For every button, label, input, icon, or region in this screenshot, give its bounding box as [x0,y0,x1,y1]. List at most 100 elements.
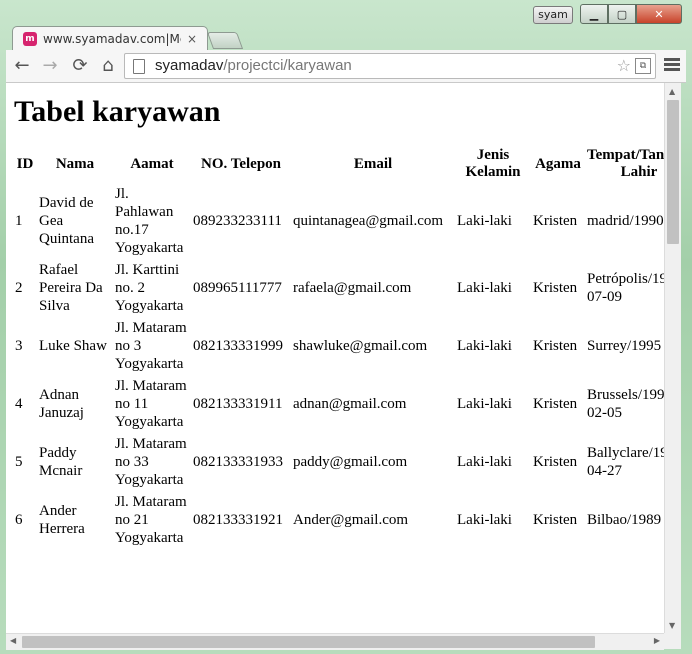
cell-nama: Ander Herrera [39,503,85,537]
vertical-scrollbar[interactable]: ▲ ▼ [664,83,681,633]
window-controls: ▁ ▢ ✕ [580,4,682,24]
cell-alamat: Jl. Mataram no 33 Yogyakarta [115,436,187,488]
scrollbar-corner [664,633,681,649]
cell-id: 6 [15,512,23,528]
scroll-up-icon[interactable]: ▲ [669,87,675,96]
table-row: 4 Adnan Januzaj Jl. Mataram no 11 Yogyakar… [14,376,664,432]
address-bar[interactable]: syamadav/projectci/karyawan ☆ ⧉ [124,53,656,79]
page-title: Tabel karyawan [14,95,221,128]
cell-nama: Luke Shaw [39,338,107,354]
cell-ttl: Petrópolis/1990-07-09 [587,271,664,305]
cell-nama: Paddy Mcnair [39,445,83,479]
vertical-scroll-thumb[interactable] [667,100,679,244]
cell-jenis-kelamin: Laki-laki [457,338,512,354]
cell-agama: Kristen [533,512,578,528]
cell-agama: Kristen [533,213,578,229]
col-header-alamat: Aamat [130,155,174,172]
cell-telepon: 082133331911 [193,396,283,412]
col-header-ttl: Tempat/Tanggal Lahir [587,147,664,180]
cell-telepon: 082133331921 [193,512,283,528]
col-header-telepon: NO. Telepon [200,155,282,172]
scroll-down-icon[interactable]: ▼ [669,621,675,630]
cell-email: quintanagea@gmail.com [293,213,444,229]
cell-ttl: Brussels/1995-02-05 [587,387,664,421]
cell-ttl: Bilbao/1989 [587,512,662,528]
scroll-left-icon[interactable]: ◀ [10,636,16,645]
employee-table: ID Nama Aamat NO. Telepon Email Jenis Ke… [12,144,664,550]
cell-email: paddy@gmail.com [293,454,408,470]
cell-alamat: Jl. Karttini no. 2 Yogyakarta [115,262,184,314]
cell-agama: Kristen [533,396,578,412]
horizontal-scrollbar[interactable]: ◀ ▶ [6,633,664,650]
col-header-email: Email [353,155,393,172]
cell-id: 4 [15,396,23,412]
site-favicon-icon: m [23,32,37,46]
cell-jenis-kelamin: Laki-laki [457,454,512,470]
cell-alamat: Jl. Pahlawan no.17 Yogyakarta [115,186,184,256]
cell-id: 2 [15,280,23,296]
forward-icon[interactable]: → [38,54,62,78]
toolbar: ← → ⟳ ⌂ syamadav/projectci/karyawan ☆ ⧉ [6,50,686,83]
new-tab-button[interactable] [206,32,244,49]
cell-alamat: Jl. Mataram no 11 Yogyakarta [115,378,187,430]
cell-ttl: Ballyclare/1995-04-27 [587,445,664,479]
cell-alamat: Jl. Mataram no 21 Yogyakarta [115,494,187,546]
tab-title: www.syamadav.com|Mena [43,32,181,46]
cell-jenis-kelamin: Laki-laki [457,213,512,229]
col-header-id: ID [16,155,34,172]
back-icon[interactable]: ← [10,54,34,78]
tab-close-icon[interactable]: × [187,32,197,46]
url-host: syamadav [155,57,224,74]
cell-agama: Kristen [533,280,578,296]
page-viewport: Tabel karyawan ID Nama Aamat NO. Telepon… [6,83,664,633]
cell-agama: Kristen [533,338,578,354]
cell-email: adnan@gmail.com [293,396,407,412]
col-header-jenis-kelamin: Jenis Kelamin [465,147,521,180]
table-row: 5 Paddy Mcnair Jl. Mataram no 33 Yogyakart… [14,434,664,490]
cell-nama: Adnan Januzaj [39,387,84,421]
cell-telepon: 089233233111 [193,213,282,229]
menu-icon[interactable] [664,56,680,74]
profile-button[interactable]: syam [533,6,573,24]
url-text[interactable]: syamadav/projectci/karyawan [155,57,352,74]
table-row: 2 Rafael Pereira Da Silva Jl. Karttini no.… [14,260,664,316]
page-icon [133,59,145,74]
cell-jenis-kelamin: Laki-laki [457,280,512,296]
col-header-nama: Nama [55,155,95,172]
browser-window: syam ▁ ▢ ✕ m www.syamadav.com|Mena × ← →… [0,0,692,654]
table-row: 3 Luke Shaw Jl. Mataram no 3 Yogyakarta 082… [14,318,664,374]
table-body: 1 David de Gea Quintana Jl. Pahlawan no.17… [14,184,664,548]
cell-agama: Kristen [533,454,578,470]
cell-jenis-kelamin: Laki-laki [457,512,512,528]
cell-jenis-kelamin: Laki-laki [457,396,512,412]
cell-email: rafaela@gmail.com [293,280,412,296]
cell-ttl: Surrey/1995 [587,338,662,354]
col-header-agama: Agama [535,155,581,172]
table-header-row: ID Nama Aamat NO. Telepon Email Jenis Ke… [14,146,664,182]
minimize-button[interactable]: ▁ [580,4,608,24]
scroll-right-icon[interactable]: ▶ [654,636,660,645]
cell-telepon: 082133331999 [193,338,283,354]
cell-id: 3 [15,338,23,354]
close-window-button[interactable]: ✕ [636,4,682,24]
bookmark-star-icon[interactable]: ☆ [617,56,631,75]
reload-icon[interactable]: ⟳ [68,54,92,78]
cell-telepon: 082133331933 [193,454,283,470]
cell-id: 1 [15,213,23,229]
tab-active[interactable]: m www.syamadav.com|Mena × [12,26,208,51]
table-row: 1 David de Gea Quintana Jl. Pahlawan no.17… [14,184,664,258]
cell-email: Ander@gmail.com [293,512,409,528]
home-icon[interactable]: ⌂ [96,54,120,78]
cell-nama: David de Gea Quintana [39,195,94,247]
horizontal-scroll-thumb[interactable] [22,636,595,648]
url-path: /projectci/karyawan [223,57,352,74]
cell-nama: Rafael Pereira Da Silva [39,262,103,314]
cell-id: 5 [15,454,23,470]
cell-email: shawluke@gmail.com [293,338,428,354]
table-row: 6 Ander Herrera Jl. Mataram no 21 Yogyakar… [14,492,664,548]
cell-telepon: 089965111777 [193,280,282,296]
translate-extension-icon[interactable]: ⧉ [635,58,651,74]
maximize-button[interactable]: ▢ [608,4,636,24]
cell-ttl: madrid/1990 [587,213,664,229]
cell-alamat: Jl. Mataram no 3 Yogyakarta [115,320,187,372]
